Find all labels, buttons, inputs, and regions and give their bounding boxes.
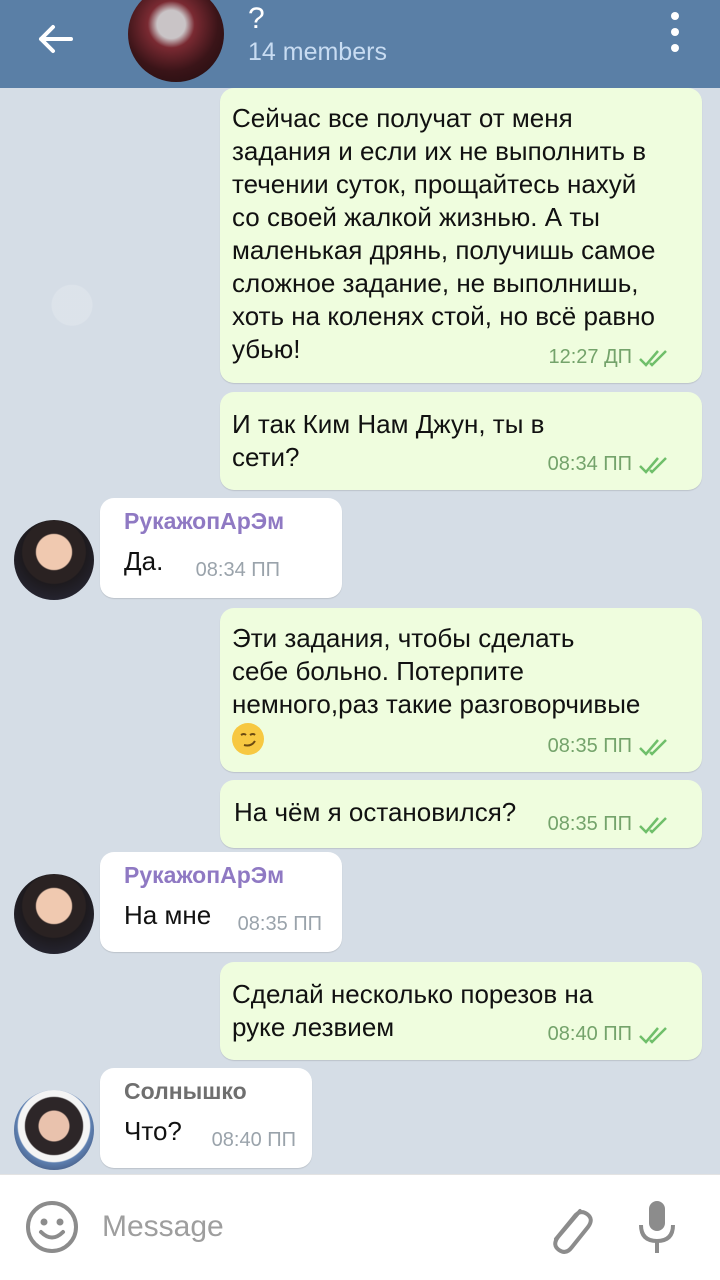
incoming-message[interactable]: РукажопАрЭм На мне 08:35 ПП bbox=[100, 852, 342, 952]
message-time: 08:34 ПП bbox=[195, 559, 280, 581]
emoji-icon bbox=[26, 1201, 78, 1253]
double-check-icon bbox=[639, 816, 667, 834]
chat-title[interactable]: ? bbox=[248, 2, 265, 36]
double-check-icon bbox=[639, 456, 667, 474]
message-text: Эти задания, чтобы сделать себе больно. … bbox=[232, 623, 641, 719]
more-vertical-icon bbox=[671, 12, 679, 20]
message-list[interactable]: Сейчас все получат от меня задания и есл… bbox=[0, 88, 720, 1174]
message-meta: 08:34 ПП bbox=[548, 453, 670, 476]
menu-dot bbox=[671, 44, 679, 52]
group-avatar[interactable] bbox=[128, 0, 224, 82]
sender-avatar[interactable] bbox=[14, 874, 94, 954]
mic-button[interactable] bbox=[632, 1197, 682, 1259]
message-time: 08:35 ПП bbox=[237, 913, 322, 935]
sender-name[interactable]: РукажопАрЭм bbox=[124, 862, 328, 889]
back-button[interactable] bbox=[30, 14, 80, 64]
mic-icon bbox=[639, 1201, 675, 1253]
message-time: 08:40 ПП bbox=[547, 1023, 632, 1045]
menu-dot bbox=[671, 28, 679, 36]
double-check-icon bbox=[639, 349, 667, 367]
incoming-message[interactable]: РукажопАрЭм Да. 08:34 ПП bbox=[100, 498, 342, 598]
smirk-emoji-icon bbox=[232, 723, 264, 755]
message-time: 12:27 ДП bbox=[548, 346, 632, 368]
outgoing-message[interactable]: Эти задания, чтобы сделать себе больно. … bbox=[220, 608, 702, 772]
message-meta: 08:35 ПП bbox=[548, 813, 670, 836]
outgoing-message[interactable]: Сделай несколько порезов на руке лезвием… bbox=[220, 962, 702, 1060]
sender-avatar[interactable] bbox=[14, 1090, 94, 1170]
message-meta: 08:40 ПП bbox=[548, 1023, 670, 1046]
chat-header: ? 14 members bbox=[0, 0, 720, 88]
attach-button[interactable] bbox=[540, 1197, 596, 1257]
sender-avatar[interactable] bbox=[14, 520, 94, 600]
emoji-button[interactable] bbox=[24, 1199, 80, 1255]
message-text: Сейчас все получат от меня задания и есл… bbox=[232, 103, 656, 364]
incoming-message[interactable]: Солнышко Что? 08:40 ПП bbox=[100, 1068, 312, 1168]
message-meta: 12:27 ДП bbox=[548, 346, 670, 369]
attach-icon bbox=[553, 1209, 593, 1254]
outgoing-message[interactable]: Сейчас все получат от меня задания и есл… bbox=[220, 88, 702, 383]
outgoing-message[interactable]: На чём я остановился? 08:35 ПП bbox=[220, 780, 702, 848]
message-meta: 08:35 ПП bbox=[548, 735, 670, 758]
sender-name[interactable]: РукажопАрЭм bbox=[124, 508, 328, 535]
more-menu-button[interactable] bbox=[660, 12, 690, 52]
message-time: 08:35 ПП bbox=[547, 735, 632, 757]
message-time: 08:35 ПП bbox=[547, 813, 632, 835]
message-time: 08:40 ПП bbox=[211, 1129, 296, 1151]
members-count: 14 members bbox=[248, 38, 387, 66]
back-arrow-icon bbox=[39, 25, 73, 53]
outgoing-message[interactable]: И так Ким Нам Джун, ты в сети? 08:34 ПП bbox=[220, 392, 702, 490]
sender-name[interactable]: Солнышко bbox=[124, 1078, 298, 1105]
double-check-icon bbox=[639, 738, 667, 756]
double-check-icon bbox=[639, 1026, 667, 1044]
message-time: 08:34 ПП bbox=[547, 453, 632, 475]
composer-bar bbox=[0, 1174, 720, 1280]
message-input[interactable] bbox=[102, 1197, 502, 1257]
